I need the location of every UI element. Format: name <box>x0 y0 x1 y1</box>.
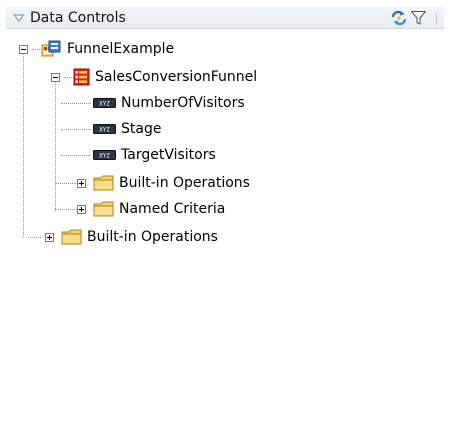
data-controls-panel: Data Controls FunnelExample SalesConvers… <box>0 0 453 425</box>
collapse-node-icon[interactable] <box>19 45 28 54</box>
tree-node-salesconversionfunnel[interactable]: SalesConversionFunnel <box>73 66 257 88</box>
data-controls-tree: FunnelExample SalesConversionFunnel XYZ … <box>0 0 453 425</box>
attribute-icon: XYZ <box>93 150 116 160</box>
tree-guide-line <box>23 54 24 237</box>
tree-node-builtin-operations-nested[interactable]: Built-in Operations <box>93 172 250 194</box>
tree-guide-line <box>55 209 79 210</box>
tree-node-builtin-operations[interactable]: Built-in Operations <box>61 226 218 248</box>
tree-node-named-criteria[interactable]: Named Criteria <box>93 198 225 220</box>
svg-text:XYZ: XYZ <box>99 127 110 134</box>
tree-node-label: Built-in Operations <box>87 229 218 245</box>
svg-text:XYZ: XYZ <box>99 101 110 108</box>
tree-node-targetvisitors[interactable]: XYZ TargetVisitors <box>93 144 216 166</box>
tree-guide-line <box>55 183 79 184</box>
tree-node-label: SalesConversionFunnel <box>95 69 258 85</box>
tree-guide-line <box>61 103 91 104</box>
tree-node-label: Stage <box>121 121 162 137</box>
tree-node-stage[interactable]: XYZ Stage <box>93 118 161 140</box>
tree-guide-line <box>28 237 41 238</box>
expand-node-icon[interactable] <box>77 179 86 188</box>
data-control-icon <box>41 40 61 57</box>
expand-node-icon[interactable] <box>77 205 86 214</box>
tree-guide-line <box>61 155 91 156</box>
tree-node-label: NumberOfVisitors <box>121 95 245 111</box>
tree-node-numberofvisitors[interactable]: XYZ NumberOfVisitors <box>93 92 245 114</box>
attribute-icon: XYZ <box>93 124 116 134</box>
tree-node-label: TargetVisitors <box>121 147 216 163</box>
collapse-node-icon[interactable] <box>51 73 60 82</box>
expand-node-icon[interactable] <box>45 233 54 242</box>
folder-icon <box>93 201 114 217</box>
tree-guide-line <box>61 129 91 130</box>
collection-icon <box>73 68 90 86</box>
tree-node-label: Named Criteria <box>119 201 226 217</box>
tree-guide-line <box>55 82 56 211</box>
folder-icon <box>93 175 114 191</box>
svg-text:XYZ: XYZ <box>99 153 110 160</box>
tree-node-label: FunnelExample <box>67 41 175 57</box>
folder-icon <box>61 229 82 245</box>
tree-node-funnelexample[interactable]: FunnelExample <box>41 38 174 60</box>
tree-node-label: Built-in Operations <box>119 175 250 191</box>
attribute-icon: XYZ <box>93 98 116 108</box>
